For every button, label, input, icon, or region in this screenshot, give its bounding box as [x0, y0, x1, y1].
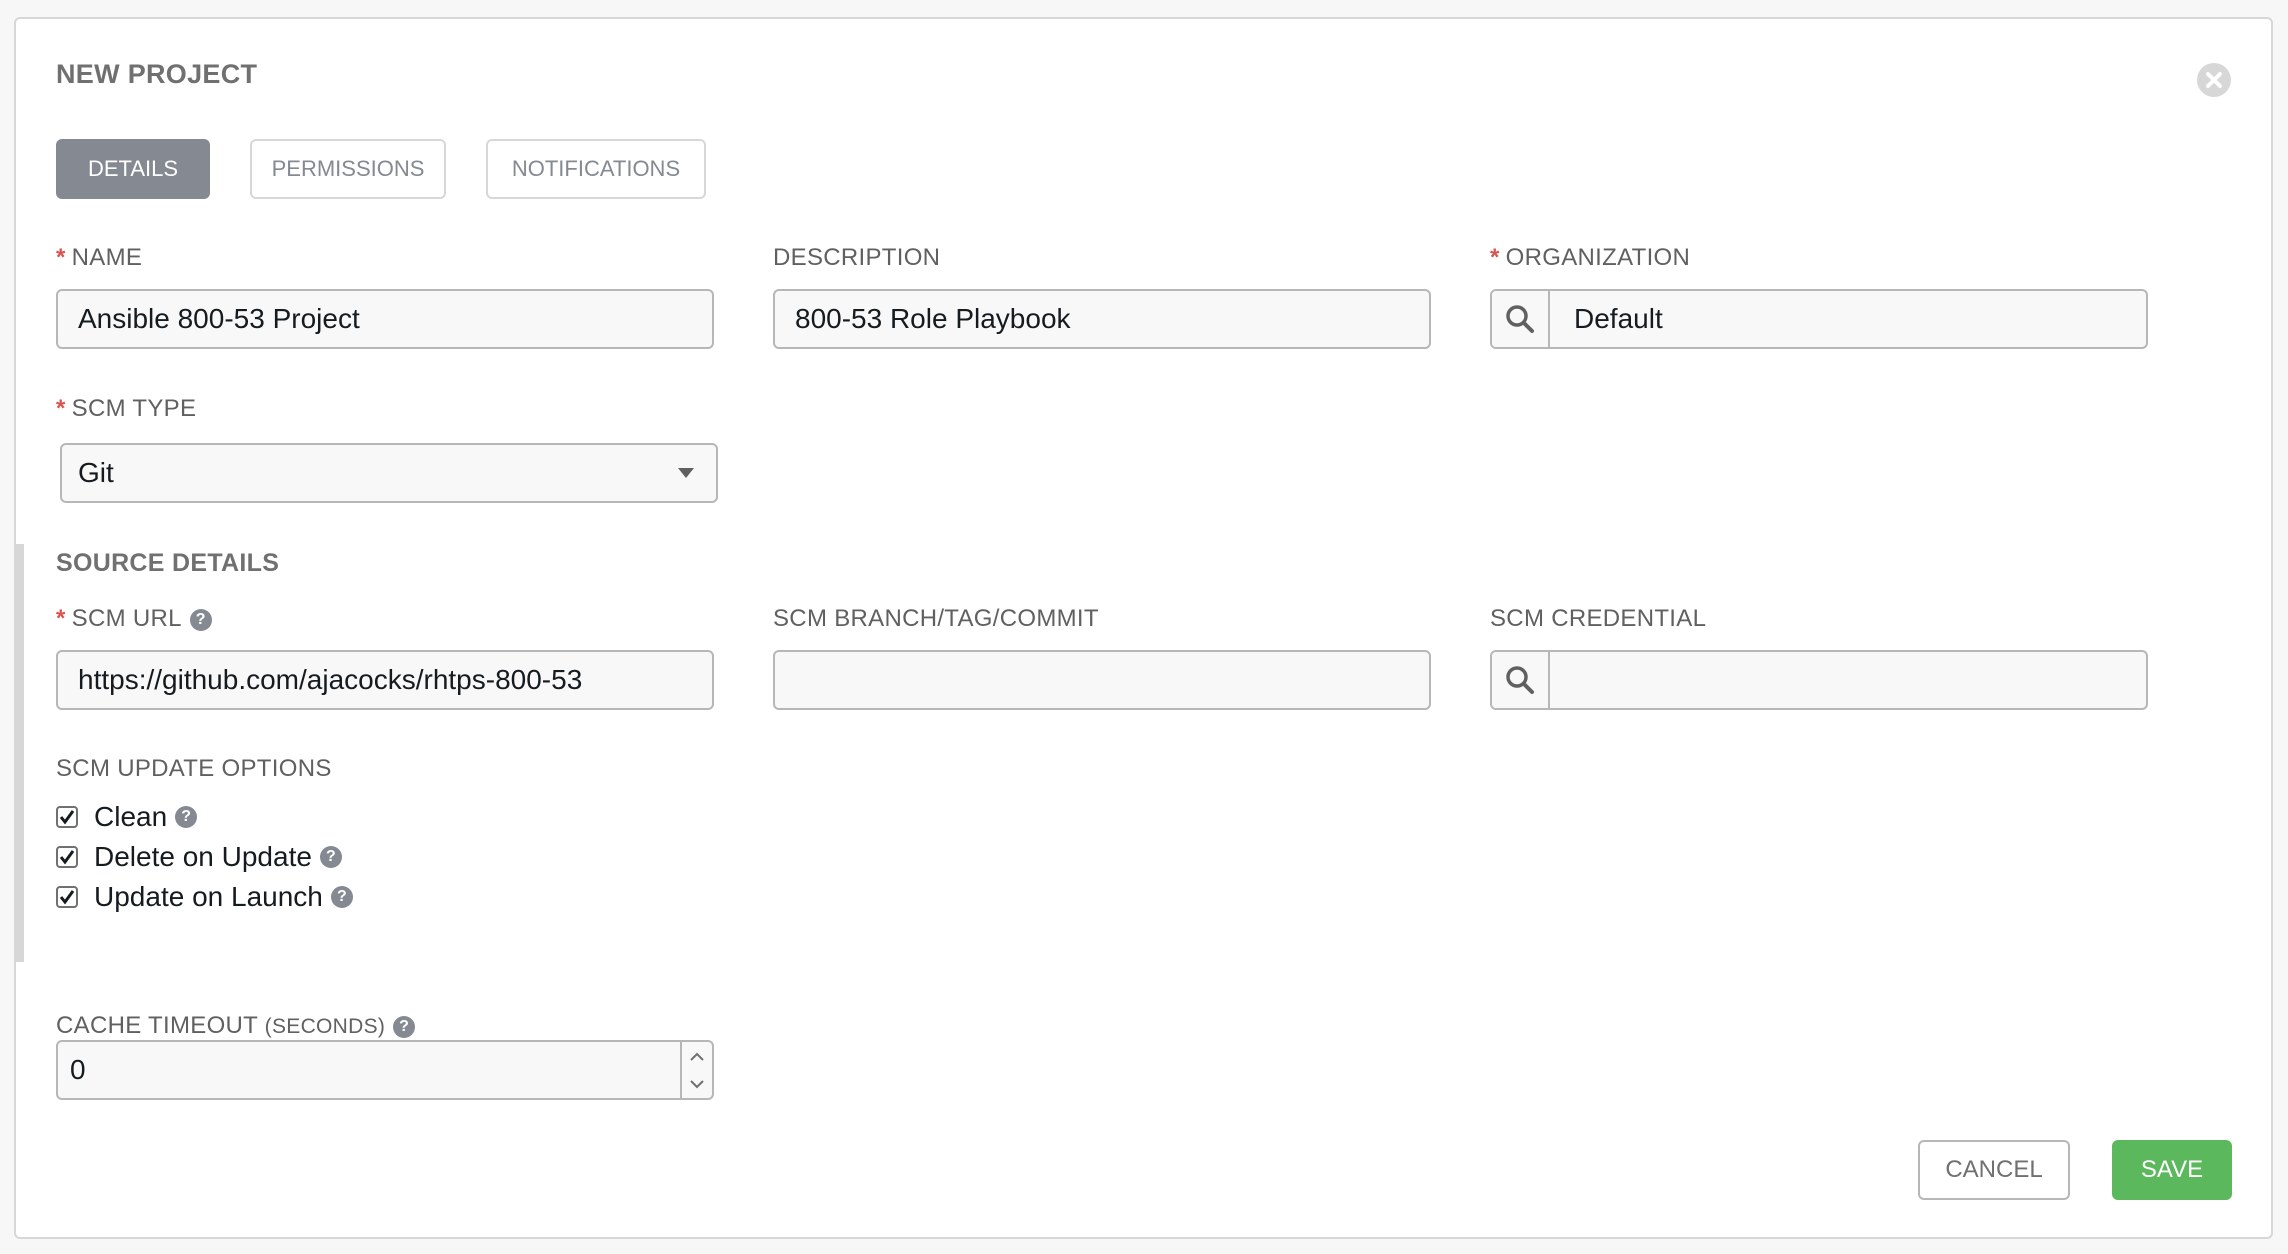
- scm-type-select[interactable]: Git: [60, 443, 718, 503]
- page-title: NEW PROJECT: [56, 59, 258, 89]
- required-asterisk: *: [1490, 244, 1500, 271]
- scm-type-value: Git: [78, 457, 114, 488]
- delete-on-update-label: Delete on Update: [94, 841, 312, 872]
- scm-branch-label: SCM BRANCH/TAG/COMMIT: [773, 605, 1099, 632]
- search-icon[interactable]: [1492, 291, 1550, 347]
- source-details-title: SOURCE DETAILS: [56, 549, 280, 577]
- checkmark-icon: [59, 850, 75, 865]
- scm-update-options-label: SCM UPDATE OPTIONS: [56, 755, 332, 782]
- help-icon[interactable]: ?: [175, 806, 198, 828]
- scm-credential-label: SCM CREDENTIAL: [1490, 605, 1707, 632]
- required-asterisk: *: [56, 395, 66, 422]
- cache-timeout-unit: (SECONDS): [264, 1015, 386, 1038]
- tab-details[interactable]: DETAILS: [56, 139, 210, 199]
- new-project-panel: NEW PROJECT DETAILS PERMISSIONS NOTIFICA…: [14, 17, 2273, 1239]
- option-delete-on-update[interactable]: Delete on Update ?: [56, 841, 342, 873]
- tab-notifications[interactable]: NOTIFICATIONS: [486, 139, 706, 199]
- help-icon[interactable]: ?: [330, 886, 353, 908]
- chevron-down-icon[interactable]: [682, 1070, 712, 1098]
- checkmark-icon: [59, 810, 75, 825]
- organization-value[interactable]: Default: [1550, 291, 2146, 347]
- scm-credential-lookup[interactable]: [1490, 650, 2148, 710]
- help-icon[interactable]: ?: [319, 846, 342, 868]
- description-input[interactable]: 800-53 Role Playbook: [773, 289, 1431, 349]
- name-input[interactable]: Ansible 800-53 Project: [56, 289, 714, 349]
- checkmark-icon: [59, 890, 75, 905]
- description-label: DESCRIPTION: [773, 244, 941, 271]
- clean-label: Clean: [94, 801, 168, 832]
- cache-timeout-label: CACHE TIMEOUT (SECONDS)?: [56, 1012, 416, 1040]
- search-icon[interactable]: [1492, 652, 1550, 708]
- option-update-on-launch[interactable]: Update on Launch ?: [56, 881, 353, 913]
- organization-lookup[interactable]: Default: [1490, 289, 2148, 349]
- cache-timeout-input[interactable]: 0: [56, 1040, 714, 1100]
- organization-label: * ORGANIZATION: [1490, 244, 1691, 271]
- name-label: * NAME: [56, 244, 143, 271]
- cancel-button[interactable]: CANCEL: [1918, 1140, 2070, 1200]
- help-icon[interactable]: ?: [189, 608, 212, 631]
- save-button[interactable]: SAVE: [2112, 1140, 2232, 1200]
- number-spinner[interactable]: [680, 1042, 712, 1098]
- clean-checkbox[interactable]: [56, 806, 78, 828]
- close-icon[interactable]: [2197, 63, 2231, 97]
- scm-credential-value[interactable]: [1550, 652, 2146, 708]
- required-asterisk: *: [56, 244, 66, 271]
- chevron-up-icon[interactable]: [682, 1042, 712, 1070]
- required-asterisk: *: [56, 605, 66, 632]
- caret-down-icon: [678, 468, 694, 478]
- scm-url-label: * SCM URL?: [56, 605, 212, 633]
- tab-permissions[interactable]: PERMISSIONS: [250, 139, 446, 199]
- delete-on-update-checkbox[interactable]: [56, 846, 78, 868]
- cache-timeout-value[interactable]: 0: [58, 1042, 680, 1098]
- scm-url-input[interactable]: https://github.com/ajacocks/rhtps-800-53: [56, 650, 714, 710]
- help-icon[interactable]: ?: [393, 1015, 416, 1038]
- scm-branch-input[interactable]: [773, 650, 1431, 710]
- update-on-launch-label: Update on Launch: [94, 881, 323, 912]
- source-details-indicator-bar: [14, 544, 24, 962]
- update-on-launch-checkbox[interactable]: [56, 886, 78, 908]
- scm-type-label: * SCM TYPE: [56, 395, 197, 422]
- option-clean[interactable]: Clean ?: [56, 801, 198, 833]
